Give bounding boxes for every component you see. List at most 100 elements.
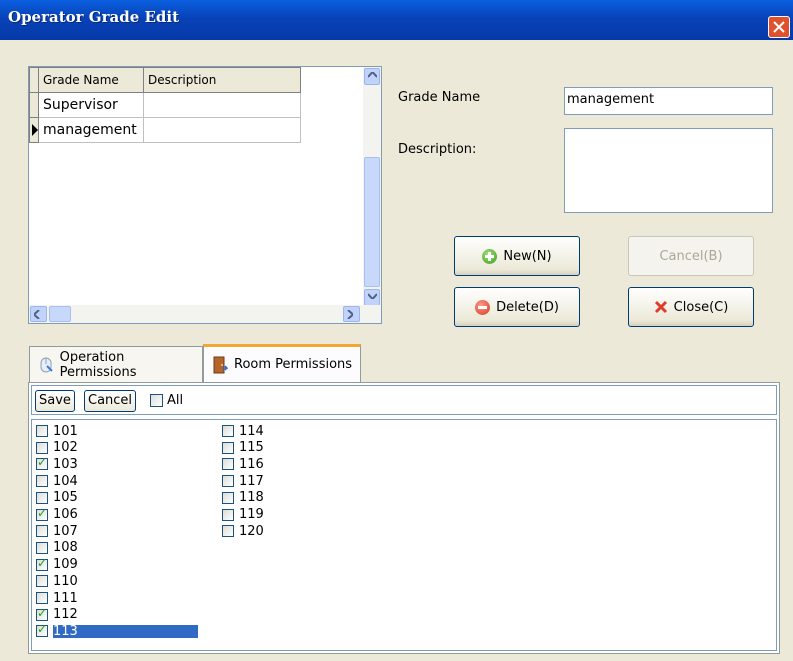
door-icon <box>213 356 228 373</box>
room-item[interactable]: 115 <box>222 441 264 455</box>
new-button[interactable]: New(N) <box>454 236 580 276</box>
room-checkbox[interactable] <box>222 525 234 538</box>
all-label: All <box>167 393 184 408</box>
room-item[interactable]: 101 <box>36 424 78 438</box>
room-checkbox[interactable] <box>36 557 48 571</box>
room-label: 101 <box>53 423 78 439</box>
add-icon <box>482 248 498 264</box>
room-item[interactable]: 111 <box>36 591 78 605</box>
room-checkbox[interactable] <box>36 592 48 604</box>
room-checkbox[interactable] <box>36 623 48 638</box>
cancel-button[interactable]: Cancel(B) <box>628 236 754 276</box>
room-checkbox[interactable] <box>36 525 48 538</box>
chevron-up-icon <box>368 72 377 78</box>
room-checkbox[interactable] <box>36 441 48 454</box>
delete-button[interactable]: Delete(D) <box>454 287 580 327</box>
chevron-right-icon <box>347 310 353 319</box>
save-button[interactable]: Save <box>35 390 75 412</box>
room-label: 102 <box>53 440 78 456</box>
grade-name-input[interactable]: management <box>564 87 773 115</box>
grid-horizontal-scrollbar[interactable] <box>29 305 381 323</box>
row-header[interactable] <box>29 92 39 118</box>
room-checkbox[interactable] <box>222 508 234 521</box>
room-label: 115 <box>239 440 264 456</box>
room-checkbox[interactable] <box>36 575 48 588</box>
grade-grid[interactable]: Grade Name Description Supervisor manage… <box>28 66 382 324</box>
room-item[interactable]: 117 <box>222 474 264 488</box>
delete-button-label: Delete(D) <box>496 299 559 315</box>
room-toolbar: Save Cancel All <box>31 385 777 415</box>
scroll-right-button[interactable] <box>343 306 360 322</box>
remove-icon <box>475 299 491 315</box>
table-row[interactable]: management <box>29 117 301 143</box>
tab-label: Room Permissions <box>234 357 353 372</box>
room-item[interactable]: 114 <box>222 424 264 438</box>
room-item[interactable]: 120 <box>222 524 264 538</box>
room-checkbox[interactable] <box>36 456 48 471</box>
room-label: 103 <box>53 456 78 472</box>
column-header-description[interactable]: Description <box>143 67 301 93</box>
room-checkbox[interactable] <box>222 458 234 471</box>
scroll-down-button[interactable] <box>364 289 380 306</box>
room-item[interactable]: 107 <box>36 524 78 538</box>
grade-name-cell[interactable]: Supervisor <box>38 92 144 118</box>
room-label: 108 <box>53 540 78 556</box>
room-checkbox[interactable] <box>222 425 234 437</box>
room-label: 119 <box>239 507 264 522</box>
room-item[interactable]: 108 <box>36 541 78 555</box>
room-item[interactable]: 104 <box>36 474 78 488</box>
description-cell[interactable] <box>143 92 301 118</box>
room-item[interactable]: 112 <box>36 607 78 622</box>
room-checkbox[interactable] <box>36 425 48 437</box>
room-checkbox[interactable] <box>222 475 234 488</box>
close-icon <box>773 21 785 33</box>
window-close-button[interactable] <box>768 16 790 38</box>
scroll-left-button[interactable] <box>30 306 47 322</box>
tab-room-permissions[interactable]: Room Permissions <box>203 344 361 382</box>
room-item[interactable]: 113 <box>36 623 198 638</box>
room-checkbox[interactable] <box>222 491 234 504</box>
close-x-icon <box>654 300 667 314</box>
room-label: 114 <box>239 423 264 439</box>
room-checkbox[interactable] <box>36 475 48 488</box>
room-label: 106 <box>53 507 78 522</box>
scroll-up-button[interactable] <box>364 68 380 85</box>
table-row[interactable]: Supervisor <box>29 92 301 118</box>
room-checkbox[interactable] <box>222 441 234 454</box>
description-label: Description: <box>398 142 477 157</box>
room-item[interactable]: 103 <box>36 456 78 472</box>
all-checkbox[interactable] <box>150 394 163 407</box>
room-item[interactable]: 106 <box>36 507 78 522</box>
room-label: 120 <box>239 523 264 539</box>
row-header-current[interactable] <box>29 117 39 143</box>
scroll-thumb[interactable] <box>49 306 71 322</box>
description-cell[interactable] <box>143 117 301 143</box>
room-checkbox[interactable] <box>36 541 48 554</box>
scroll-thumb[interactable] <box>364 157 380 287</box>
current-row-arrow-icon <box>32 124 38 136</box>
description-input[interactable] <box>564 128 773 213</box>
column-header-grade-name[interactable]: Grade Name <box>38 67 144 93</box>
room-checklist[interactable]: 101102103 104 105 106107108109 110 111112113 1… <box>31 419 777 651</box>
tab-operation-permissions[interactable]: Operation Permissions <box>29 346 203 382</box>
close-button[interactable]: Close(C) <box>628 287 754 327</box>
room-item[interactable]: 118 <box>222 491 264 505</box>
room-item[interactable]: 116 <box>222 457 264 471</box>
room-label: 116 <box>239 456 264 472</box>
room-item[interactable]: 119 <box>222 508 264 522</box>
room-label: 107 <box>53 523 78 539</box>
room-item[interactable]: 109 <box>36 557 78 572</box>
room-label: 111 <box>53 590 78 606</box>
room-item[interactable]: 102 <box>36 441 78 455</box>
grid-vertical-scrollbar[interactable] <box>363 67 381 307</box>
grade-name-cell[interactable]: management <box>38 117 144 143</box>
room-item[interactable]: 105 <box>36 491 78 505</box>
cancel-room-button[interactable]: Cancel <box>84 390 137 412</box>
room-checkbox[interactable] <box>36 607 48 621</box>
room-checkbox[interactable] <box>36 491 48 504</box>
grade-name-label: Grade Name <box>398 90 481 105</box>
mouse-icon <box>40 357 53 372</box>
chevron-left-icon <box>34 310 40 319</box>
room-item[interactable]: 110 <box>36 574 78 588</box>
room-checkbox[interactable] <box>36 507 48 521</box>
